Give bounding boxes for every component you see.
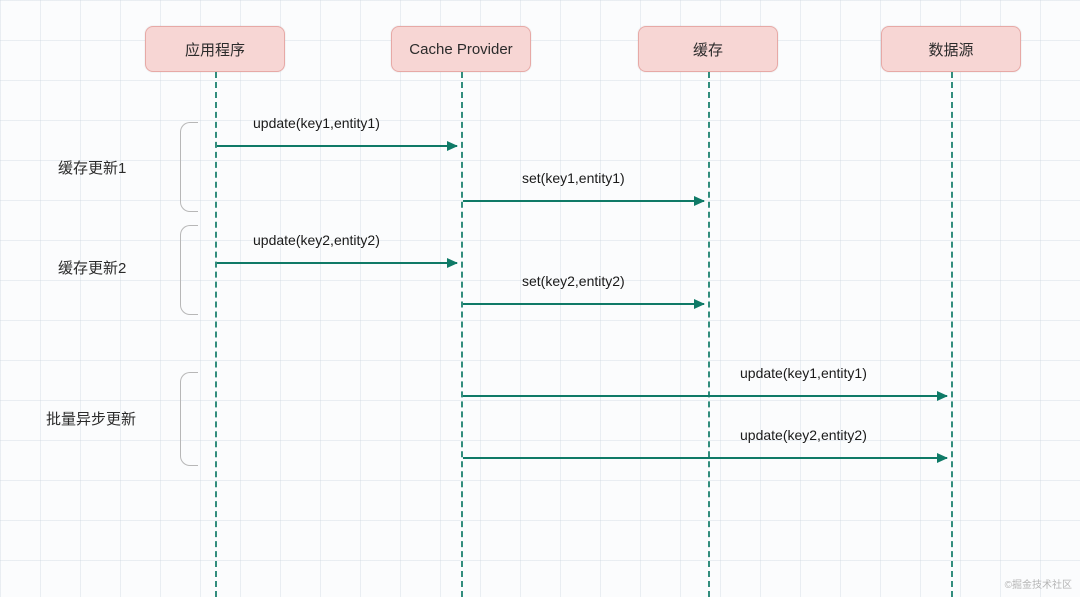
group-label-3: 批量异步更新	[46, 408, 136, 429]
brace-group-1	[180, 122, 198, 212]
msg-label-m3: update(key2,entity2)	[253, 232, 380, 248]
brace-group-3	[180, 372, 198, 466]
msg-arrow-m4	[463, 303, 704, 305]
lifeline-cache	[708, 72, 710, 597]
msg-label-m2: set(key1,entity1)	[522, 170, 625, 186]
actor-label: 数据源	[928, 39, 973, 60]
actor-app: 应用程序	[145, 26, 285, 72]
lifeline-source	[951, 72, 953, 597]
actor-label: 缓存	[693, 39, 723, 60]
actor-label: 应用程序	[185, 39, 245, 60]
actor-cache: 缓存	[638, 26, 778, 72]
group-label-1: 缓存更新1	[58, 157, 126, 178]
lifeline-app	[215, 72, 217, 597]
actor-label: Cache Provider	[409, 41, 512, 58]
actor-source: 数据源	[881, 26, 1021, 72]
group-label-2: 缓存更新2	[58, 257, 126, 278]
lifeline-provider	[461, 72, 463, 597]
watermark: ©掘金技术社区	[1005, 576, 1072, 591]
msg-arrow-m1	[217, 145, 457, 147]
msg-arrow-m6	[463, 457, 947, 459]
msg-label-m5: update(key1,entity1)	[740, 365, 867, 381]
msg-arrow-m5	[463, 395, 947, 397]
msg-label-m6: update(key2,entity2)	[740, 427, 867, 443]
msg-label-m1: update(key1,entity1)	[253, 115, 380, 131]
msg-label-m4: set(key2,entity2)	[522, 273, 625, 289]
msg-arrow-m2	[463, 200, 704, 202]
brace-group-2	[180, 225, 198, 315]
actor-provider: Cache Provider	[391, 26, 531, 72]
msg-arrow-m3	[217, 262, 457, 264]
